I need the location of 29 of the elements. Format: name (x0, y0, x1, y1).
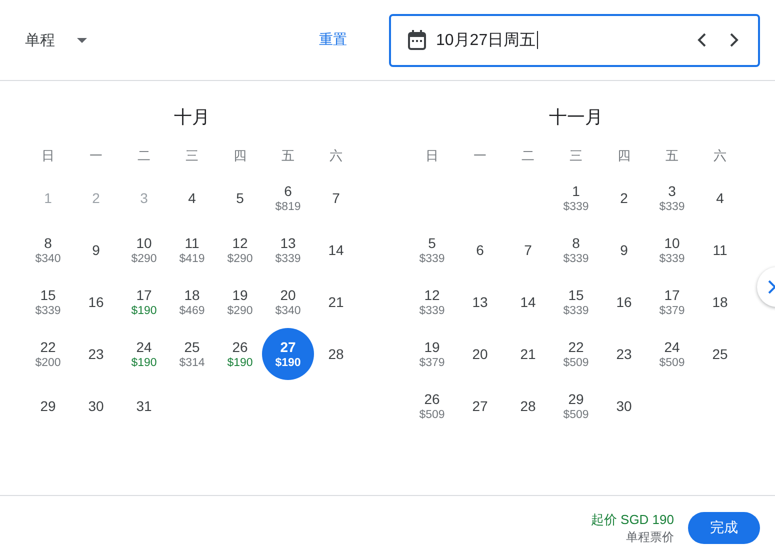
weekday-label: 六 (712, 147, 728, 165)
weekday-label: 一 (472, 147, 488, 165)
price-caption: 单程票价 (626, 528, 674, 546)
date-field[interactable]: 10月27日周五 (389, 14, 760, 66)
chevron-left-icon (697, 33, 707, 47)
weekday-label: 三 (184, 147, 200, 165)
weekday-label: 四 (232, 147, 248, 165)
weekday-label: 日 (424, 147, 440, 165)
weekday-label: 六 (328, 147, 344, 165)
weekday-label: 五 (664, 147, 680, 165)
weekday-label: 二 (136, 147, 152, 165)
dropdown-caret-icon (77, 38, 87, 42)
trip-type-dropdown[interactable]: 单程 (25, 30, 87, 50)
date-value: 10月27日周五 (436, 30, 536, 50)
chevron-right-icon (767, 280, 775, 294)
weekday-label: 一 (88, 147, 104, 165)
weekday-label: 四 (616, 147, 632, 165)
weekday-label: 日 (40, 147, 56, 165)
weekday-label: 二 (520, 147, 536, 165)
weekday-label: 五 (280, 147, 296, 165)
month-title: 十月 (174, 106, 210, 129)
month-title: 十一月 (549, 106, 603, 129)
reset-link[interactable]: 重置 (319, 31, 347, 49)
chevron-right-icon (729, 33, 739, 47)
starting-price: 起价 SGD 190 (590, 510, 674, 528)
done-button[interactable]: 完成 (688, 512, 760, 544)
calendar-icon (408, 30, 426, 50)
calendar-day[interactable]: 27 $190 (262, 328, 314, 380)
weekday-label: 三 (568, 147, 584, 165)
